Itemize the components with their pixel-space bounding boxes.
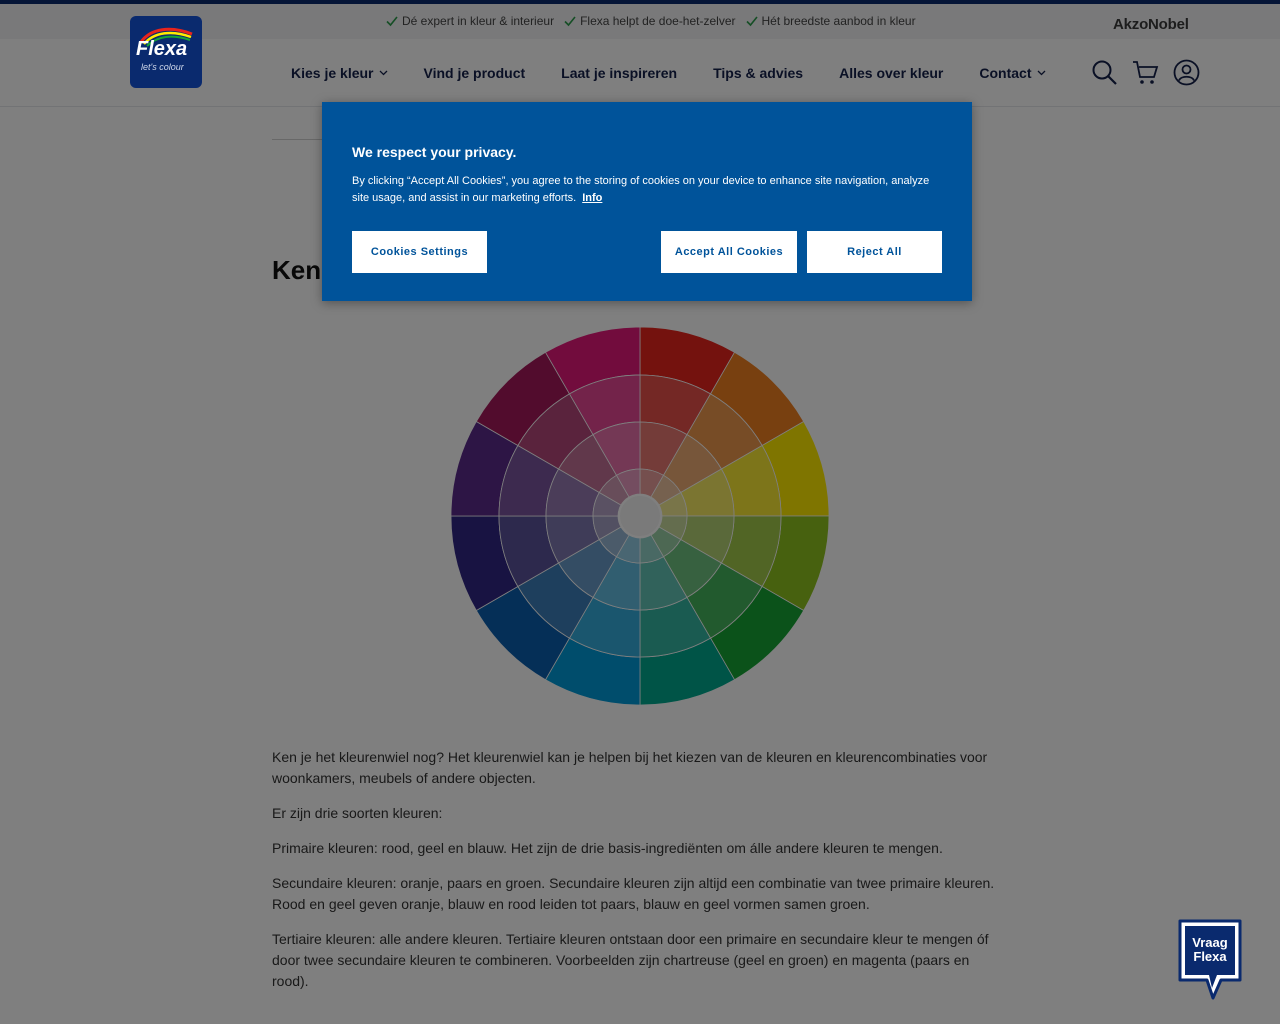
cookie-title: We respect your privacy. — [352, 144, 517, 160]
vraag-flexa-chat-button[interactable]: Vraag Flexa — [1177, 918, 1243, 1002]
chat-label-line2: Flexa — [1193, 949, 1227, 964]
cookies-settings-button[interactable]: Cookies Settings — [352, 231, 487, 273]
cookie-description: By clicking “Accept All Cookies”, you ag… — [352, 173, 932, 207]
cookie-consent-dialog: We respect your privacy. By clicking “Ac… — [322, 102, 972, 301]
cookie-text: By clicking “Accept All Cookies”, you ag… — [352, 175, 930, 204]
cookie-info-link[interactable]: Info — [582, 192, 602, 204]
chat-label-line1: Vraag — [1192, 935, 1227, 950]
logo-tagline: let's colour — [141, 62, 184, 72]
accept-all-cookies-button[interactable]: Accept All Cookies — [661, 231, 797, 273]
logo-wordmark: Flexa — [136, 38, 188, 60]
flexa-logo[interactable]: Flexa let's colour — [130, 16, 202, 88]
reject-all-button[interactable]: Reject All — [807, 231, 942, 273]
